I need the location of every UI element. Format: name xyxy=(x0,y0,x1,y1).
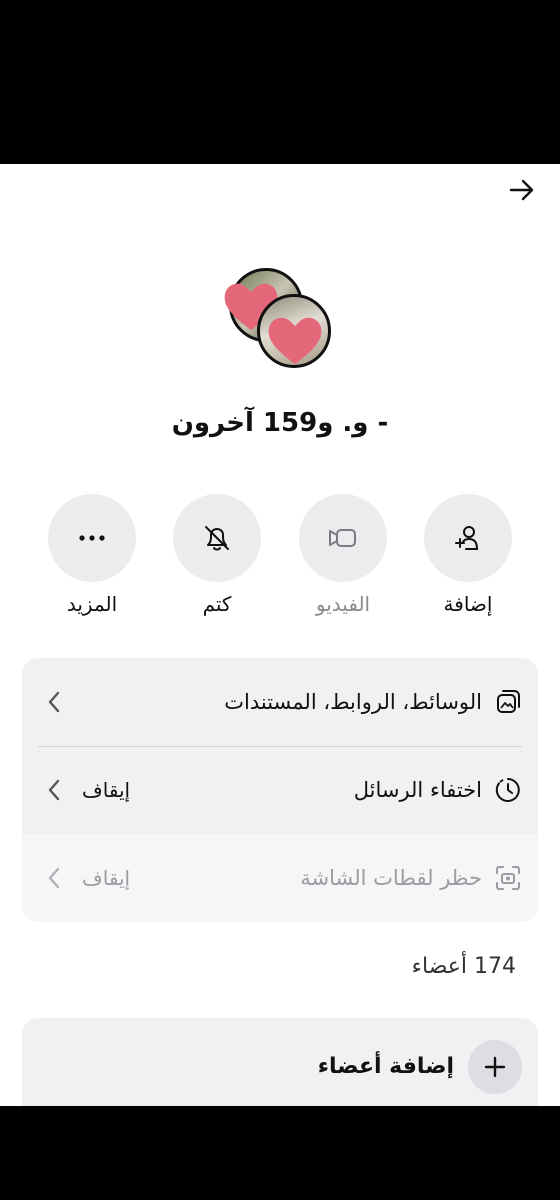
more-action-label: المزيد xyxy=(66,592,118,616)
media-gallery-icon xyxy=(497,690,520,713)
group-title: - و. و159 آخرون xyxy=(171,408,389,438)
arrow-right-icon xyxy=(509,179,534,201)
add-members-label[interactable]: إضافة أعضاء xyxy=(318,1040,454,1094)
mute-action-label: كتم xyxy=(202,592,232,616)
media-links-docs-row[interactable]: الوسائط، الروابط، المستندات xyxy=(22,658,538,746)
bell-muted-icon xyxy=(205,526,229,551)
more-action-button[interactable] xyxy=(48,494,136,582)
settings-card: الوسائط، الروابط، المستندات اختفاء الرسا… xyxy=(22,658,538,922)
top-black-bar xyxy=(0,0,560,164)
chevron-left-icon xyxy=(48,691,60,713)
disappearing-messages-row[interactable]: اختفاء الرسائل إيقاف xyxy=(22,746,538,834)
block-screenshots-row[interactable]: حظر لقطات الشاشة إيقاف xyxy=(22,834,538,922)
bottom-black-bar xyxy=(0,1106,560,1200)
heart-sticker xyxy=(268,317,322,364)
disappearing-messages-label: اختفاء الرسائل xyxy=(353,778,482,802)
mute-action[interactable]: كتم xyxy=(173,494,261,616)
timer-icon xyxy=(495,778,520,802)
back-button[interactable] xyxy=(506,176,538,204)
disappearing-messages-value: إيقاف xyxy=(82,778,131,802)
more-dots-icon xyxy=(79,535,105,541)
add-action[interactable]: إضافة xyxy=(424,494,512,616)
add-members-button[interactable] xyxy=(468,1040,522,1094)
members-count: 174 أعضاء xyxy=(411,954,516,979)
media-links-docs-label: الوسائط، الروابط، المستندات xyxy=(224,690,482,714)
more-action[interactable]: المزيد xyxy=(48,494,136,616)
group-info-screen: - و. و159 آخرون إضافة الفيديو كتم المزيد… xyxy=(0,164,560,1106)
add-action-label: إضافة xyxy=(443,592,493,616)
block-screenshots-value: إيقاف xyxy=(82,866,131,890)
add-person-icon xyxy=(455,526,479,550)
video-icon xyxy=(329,529,356,547)
add-action-button[interactable] xyxy=(424,494,512,582)
group-avatar[interactable] xyxy=(221,268,337,380)
video-action-label: الفيديو xyxy=(315,592,371,616)
members-card: إضافة أعضاء xyxy=(22,1018,538,1106)
plus-icon xyxy=(484,1056,506,1078)
mute-action-button[interactable] xyxy=(173,494,261,582)
camera-screenshot-icon xyxy=(496,866,520,890)
video-action-button[interactable] xyxy=(299,494,387,582)
chevron-left-icon xyxy=(48,867,60,889)
chevron-left-icon xyxy=(48,779,60,801)
video-action[interactable]: الفيديو xyxy=(299,494,387,616)
block-screenshots-label: حظر لقطات الشاشة xyxy=(300,866,482,890)
